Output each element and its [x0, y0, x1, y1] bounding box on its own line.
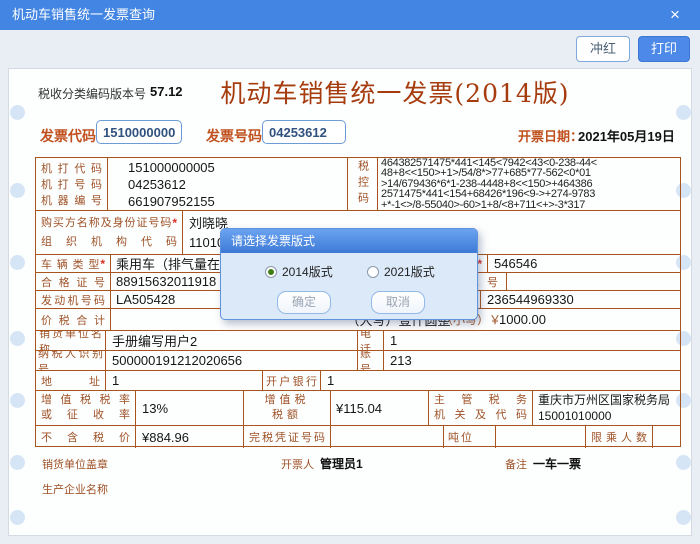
- tonnage-label-cell: 吨位: [444, 426, 496, 448]
- decorative-dot: [676, 105, 691, 120]
- machine-codes-label-cell: 机打代码 机打号码 机器编号: [36, 158, 108, 211]
- remark-label: 备注: [505, 456, 527, 472]
- tax-code-version-value: 57.12: [150, 84, 183, 99]
- phone-label-cell: 电话: [358, 331, 384, 351]
- capacity-label-cell: 限乘人数: [586, 426, 653, 448]
- radio-2014[interactable]: 2014版式: [265, 263, 333, 280]
- decorative-dot: [10, 183, 25, 198]
- invoice-number-input[interactable]: [262, 120, 346, 144]
- vehicle-type-label-cell: 车辆类型*: [36, 255, 111, 273]
- seller-value-cell: 手册编写用户2: [106, 331, 358, 351]
- manufacturer-label: 生产企业名称: [42, 481, 108, 497]
- decorative-dot: [10, 331, 25, 346]
- phone-value-cell: 1: [384, 331, 681, 351]
- address-value-cell: 1: [106, 371, 263, 391]
- vin-value-cell: 236544969330: [481, 291, 681, 309]
- tax-control-code-cell: 464382571475*441<145<7942<43<0-238-44< 4…: [378, 158, 681, 211]
- decorative-dot: [676, 455, 691, 470]
- issuer-value: 管理员1: [320, 455, 363, 472]
- total-lower-value: 1000.00: [499, 312, 546, 327]
- ex-tax-label-cell: 不含税价: [36, 426, 136, 448]
- print-button[interactable]: 打印: [638, 36, 690, 62]
- flush-red-button[interactable]: 冲红: [576, 36, 630, 62]
- machine-codes-value-cell: 151000000005 04253612 661907952155: [108, 158, 348, 211]
- invoice-code-input[interactable]: [96, 120, 182, 144]
- authority-label-cell: 主管税务 机关及代码: [429, 391, 533, 426]
- issuer-label: 开票人: [281, 456, 314, 472]
- decorative-dot: [10, 510, 25, 525]
- invoice-title: 机动车销售统一发票(2014版): [215, 74, 575, 110]
- issue-date-value: 2021年05月19日: [578, 126, 675, 145]
- issue-date-label: 开票日期：: [518, 126, 583, 145]
- tax-code-version-label: 税收分类编码版本号: [38, 85, 146, 102]
- brand-model-value-cell: 546546: [488, 255, 681, 273]
- required-mark: *: [477, 257, 482, 271]
- radio-selected-icon: [265, 266, 277, 278]
- title-bar: 机动车销售统一发票查询 ×: [0, 0, 700, 30]
- account-label-cell: 账号: [358, 351, 384, 371]
- vat-amount-label-cell: 增值税 税额: [244, 391, 331, 426]
- engine-label-cell: 发动机号码: [36, 291, 111, 309]
- tax-control-label-cell: 税控码: [348, 158, 378, 211]
- window-title: 机动车销售统一发票查询: [12, 0, 155, 30]
- version-dialog: 请选择发票版式 2014版式 2021版式 确定 取消: [220, 228, 478, 320]
- dialog-title: 请选择发票版式: [221, 229, 477, 253]
- address-label-cell: 地址: [36, 371, 106, 391]
- decorative-dot: [10, 255, 25, 270]
- bank-value-cell: 1: [321, 371, 681, 391]
- required-mark: *: [172, 214, 177, 233]
- seller-stamp-label: 销货单位盖章: [42, 456, 108, 472]
- cancel-button[interactable]: 取消: [371, 291, 425, 314]
- decorative-dot: [10, 393, 25, 408]
- remark-value: 一车一票: [533, 455, 581, 472]
- decorative-dot: [676, 510, 691, 525]
- certificate-label-cell: 合格证号: [36, 273, 111, 291]
- decorative-dot: [10, 105, 25, 120]
- app-window: 机动车销售统一发票查询 × 冲红 打印 税收分类编码版本号 57.12 机动车销…: [0, 0, 700, 544]
- tax-cert-label-cell: 完税凭证号码: [244, 426, 331, 448]
- account-value-cell: 213: [384, 351, 681, 371]
- buyer-label-cell: 购买方名称及身份证号码* 组织机构代码: [36, 211, 183, 255]
- capacity-value-cell: [653, 426, 681, 448]
- vat-rate-value-cell: 13%: [136, 391, 244, 426]
- radio-2021[interactable]: 2021版式: [367, 263, 435, 280]
- close-icon[interactable]: ×: [664, 4, 686, 26]
- vat-rate-label-cell: 增值税税率 或征收率: [36, 391, 136, 426]
- radio-unselected-icon: [367, 266, 379, 278]
- total-label-cell: 价税合计: [36, 309, 111, 331]
- bank-label-cell: 开户银行: [263, 371, 321, 391]
- required-mark: *: [100, 257, 105, 271]
- taxpayer-label-cell: 纳税人识别号: [36, 351, 106, 371]
- taxpayer-value-cell: 500000191212020656: [106, 351, 358, 371]
- authority-value-cell: 重庆市万州区国家税务局 15001010000: [533, 391, 681, 426]
- tonnage-value-cell: [496, 426, 586, 448]
- seller-label-cell: 销货单位名称: [36, 331, 106, 351]
- ok-button[interactable]: 确定: [277, 291, 331, 314]
- ex-tax-value-cell: ¥884.96: [136, 426, 244, 448]
- inspection-value-cell: [507, 273, 681, 291]
- decorative-dot: [10, 455, 25, 470]
- vat-amount-value-cell: ¥115.04: [331, 391, 429, 426]
- tax-cert-value-cell: [331, 426, 444, 448]
